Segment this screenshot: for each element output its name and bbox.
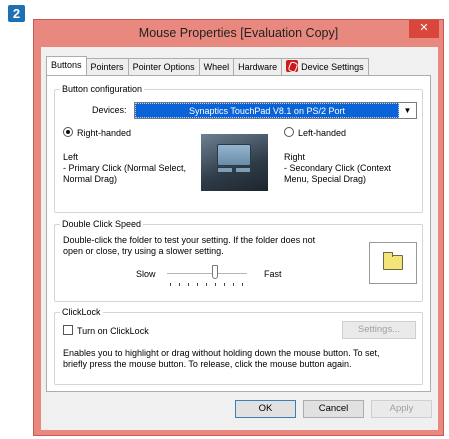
right-desc-line: Right — [284, 152, 306, 162]
devices-dropdown-value: Synaptics TouchPad V8.1 on PS/2 Port — [135, 103, 399, 118]
dialog-client-area: Buttons Pointers Pointer Options Wheel H… — [41, 47, 438, 430]
synaptics-device-icon — [286, 60, 299, 72]
step-number-badge: 2 — [8, 5, 25, 22]
tab-wheel[interactable]: Wheel — [198, 58, 235, 75]
devices-dropdown[interactable]: Synaptics TouchPad V8.1 on PS/2 Port ▼ — [134, 102, 417, 119]
right-desc-line: Menu, Special Drag) — [284, 174, 367, 184]
folder-icon[interactable] — [383, 252, 403, 270]
tab-device-settings[interactable]: Device Settings — [281, 58, 369, 75]
clicklock-desc-line: Enables you to highlight or drag without… — [63, 348, 380, 358]
window-title: Mouse Properties [Evaluation Copy] — [138, 26, 339, 40]
left-handed-option[interactable]: Left-handed — [284, 127, 346, 139]
group-title: Double Click Speed — [60, 219, 144, 230]
touchpad-left-button — [217, 167, 233, 173]
title-bar[interactable]: Mouse Properties [Evaluation Copy] ✕ — [34, 20, 443, 46]
tab-label: Wheel — [203, 62, 230, 72]
button-configuration-group: Button configuration Devices: Synaptics … — [54, 84, 423, 213]
clicklock-description: Enables you to highlight or drag without… — [63, 348, 380, 370]
group-title: ClickLock — [60, 307, 103, 318]
close-icon: ✕ — [419, 22, 429, 34]
double-click-desc-line: open or close, try using a slower settin… — [63, 246, 224, 256]
devices-label-text: Devices: — [92, 105, 127, 115]
tab-pointer-options[interactable]: Pointer Options — [127, 58, 200, 75]
tab-strip: Buttons Pointers Pointer Options Wheel H… — [46, 56, 369, 75]
left-desc-line: - Primary Click (Normal Select, — [63, 163, 187, 173]
mouse-properties-window: Mouse Properties [Evaluation Copy] ✕ But… — [33, 19, 444, 436]
slow-label: Slow — [136, 269, 156, 279]
double-click-speed-group: Double Click Speed Double-click the fold… — [54, 219, 423, 302]
double-click-description: Double-click the folder to test your set… — [63, 235, 315, 257]
clicklock-checkbox-option[interactable]: Turn on ClickLock — [63, 325, 149, 337]
close-button[interactable]: ✕ — [409, 20, 439, 38]
group-title: Button configuration — [60, 84, 145, 95]
cancel-button-label: Cancel — [318, 403, 349, 414]
slider-tick-marks — [170, 283, 246, 286]
clicklock-desc-line: briefly press the mouse button. To relea… — [63, 359, 352, 369]
touchpad-image — [201, 134, 268, 191]
test-folder-box[interactable] — [369, 242, 417, 284]
tab-buttons[interactable]: Buttons — [46, 56, 87, 75]
tab-label: Device Settings — [301, 62, 364, 72]
tab-hardware[interactable]: Hardware — [233, 58, 283, 75]
fast-label: Fast — [264, 269, 282, 279]
ok-button[interactable]: OK — [235, 400, 296, 418]
double-click-speed-slider-thumb[interactable] — [212, 265, 218, 279]
ok-button-label: OK — [258, 403, 273, 414]
tab-label: Pointers — [90, 62, 124, 72]
left-desc-line: Left — [63, 152, 79, 162]
touchpad-right-button — [235, 167, 251, 173]
left-button-description: Left - Primary Click (Normal Select, Nor… — [63, 152, 186, 185]
right-button-description: Right - Secondary Click (Context Menu, S… — [284, 152, 391, 185]
devices-label: Devices: — [92, 105, 127, 116]
right-handed-label: Right-handed — [77, 128, 132, 138]
cancel-button[interactable]: Cancel — [303, 400, 364, 418]
radio-button-unchecked[interactable] — [284, 127, 294, 137]
double-click-speed-slider-track[interactable] — [167, 273, 247, 275]
tab-label: Pointer Options — [132, 62, 195, 72]
settings-button-label: Settings... — [357, 324, 401, 335]
double-click-desc-line: Double-click the folder to test your set… — [63, 235, 316, 245]
buttons-tab-pane: Button configuration Devices: Synaptics … — [46, 75, 431, 392]
clicklock-checkbox[interactable] — [63, 325, 73, 335]
left-handed-label: Left-handed — [298, 128, 347, 138]
left-desc-line: Normal Drag) — [63, 174, 118, 184]
tab-label: Buttons — [51, 60, 82, 70]
right-desc-line: - Secondary Click (Context — [284, 163, 392, 173]
right-handed-option[interactable]: Right-handed — [63, 127, 131, 139]
clicklock-settings-button[interactable]: Settings... — [342, 321, 416, 339]
apply-button[interactable]: Apply — [371, 400, 432, 418]
tab-pointers[interactable]: Pointers — [85, 58, 129, 75]
chevron-down-icon[interactable]: ▼ — [399, 103, 416, 118]
clicklock-checkbox-label: Turn on ClickLock — [77, 326, 149, 336]
clicklock-group: ClickLock Turn on ClickLock Settings... … — [54, 307, 423, 385]
apply-button-label: Apply — [389, 403, 414, 414]
tab-label: Hardware — [238, 62, 278, 72]
touchpad-surface — [217, 144, 251, 166]
radio-button-checked[interactable] — [63, 127, 73, 137]
